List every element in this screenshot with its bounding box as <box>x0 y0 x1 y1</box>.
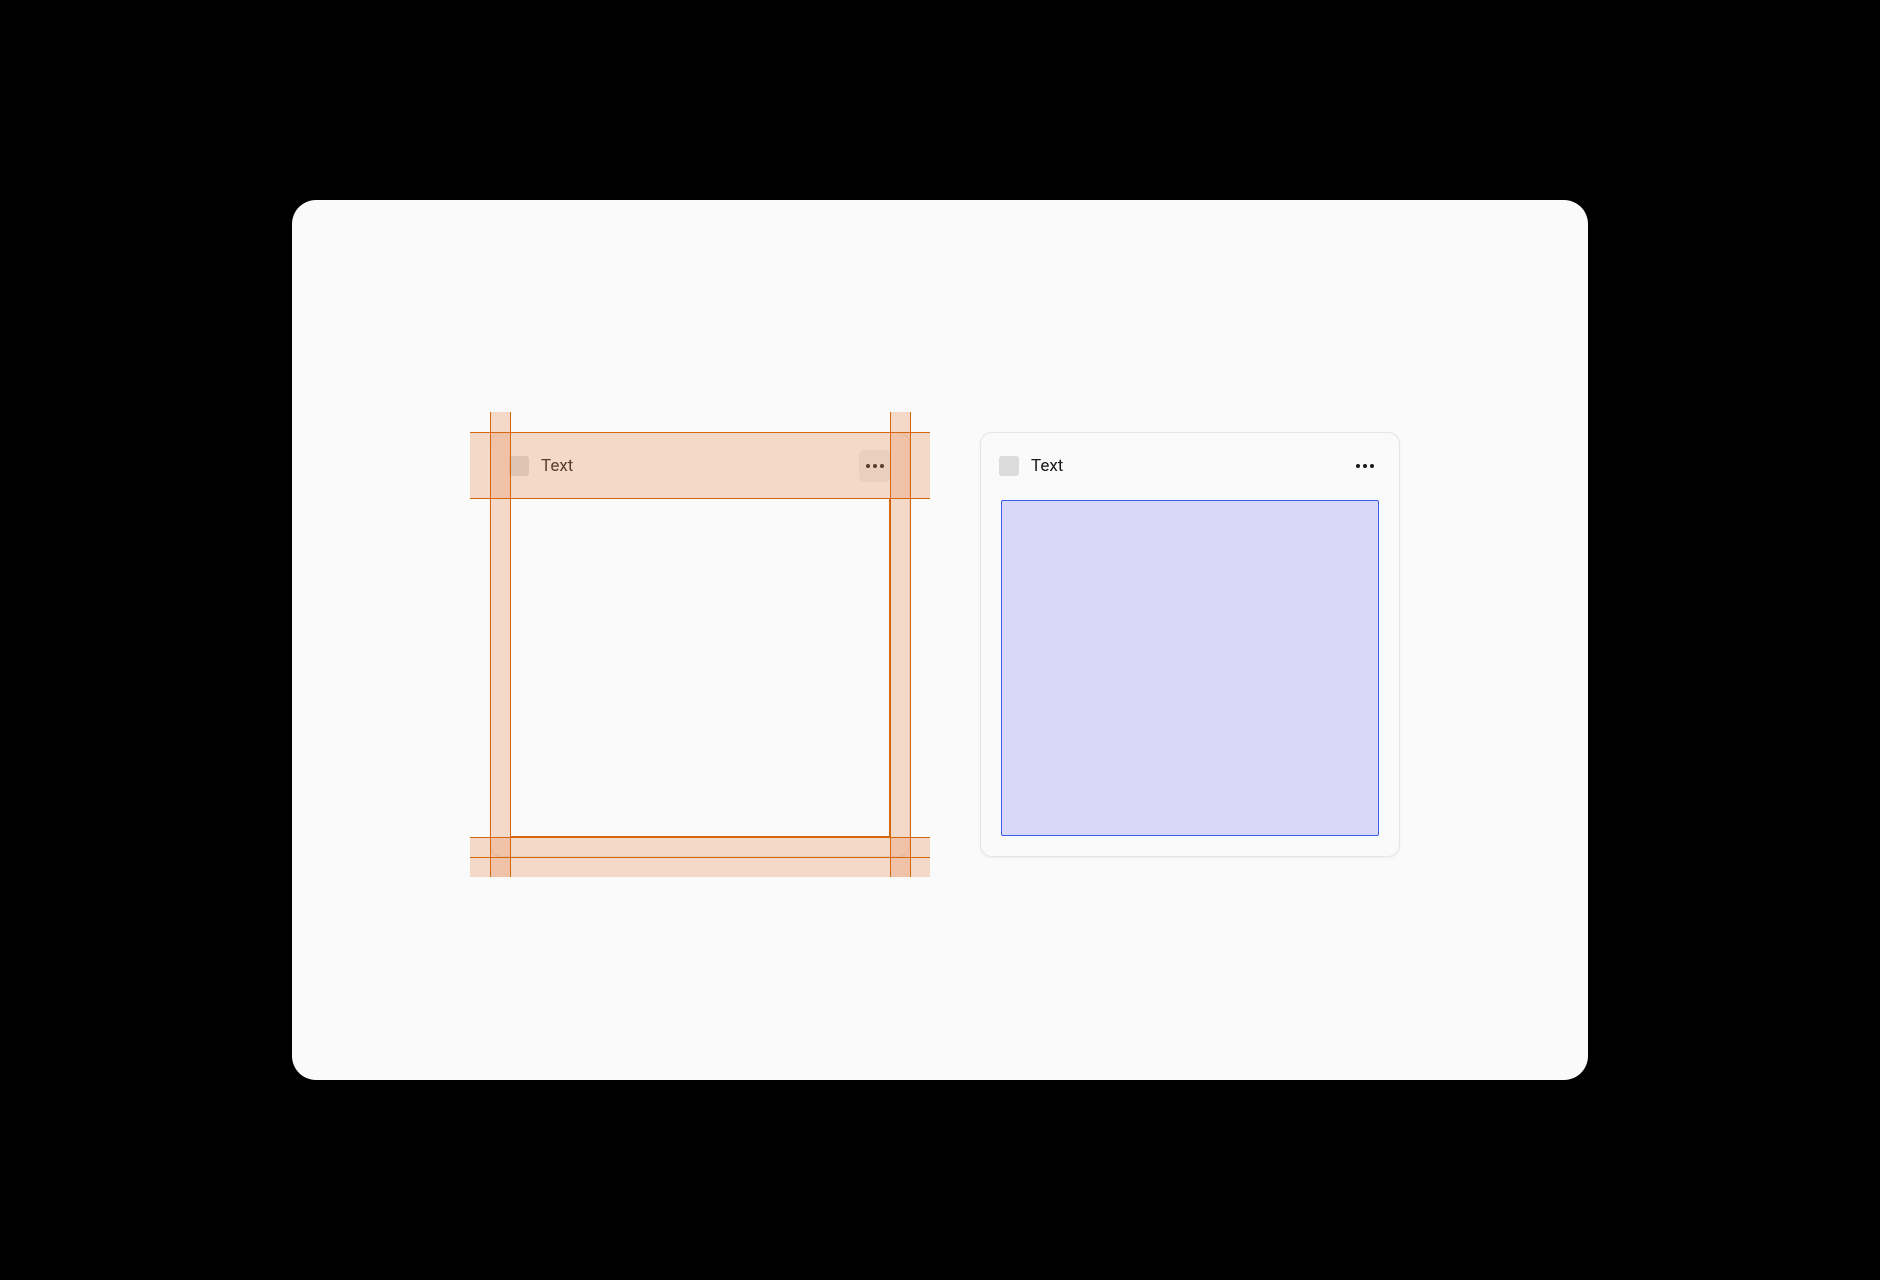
card-left[interactable]: Text <box>490 432 910 857</box>
more-button[interactable] <box>859 450 891 482</box>
card-header-left: Text <box>509 456 573 476</box>
more-icon <box>866 464 884 468</box>
cards-container: Text Text <box>490 432 1400 857</box>
card-header-left: Text <box>999 456 1063 476</box>
guide-horizontal <box>470 857 930 858</box>
placeholder-icon <box>509 456 529 476</box>
placeholder-icon <box>999 456 1019 476</box>
card-body-slot-selected[interactable] <box>1001 500 1379 836</box>
card-right[interactable]: Text <box>980 432 1400 857</box>
card-title: Text <box>1031 456 1063 476</box>
canvas: Text Text <box>292 200 1588 1080</box>
card-header: Text <box>491 433 909 499</box>
card-body-slot[interactable] <box>511 500 889 836</box>
card-title: Text <box>541 456 573 476</box>
card-header: Text <box>981 433 1399 499</box>
more-button[interactable] <box>1349 450 1381 482</box>
more-icon <box>1356 464 1374 468</box>
